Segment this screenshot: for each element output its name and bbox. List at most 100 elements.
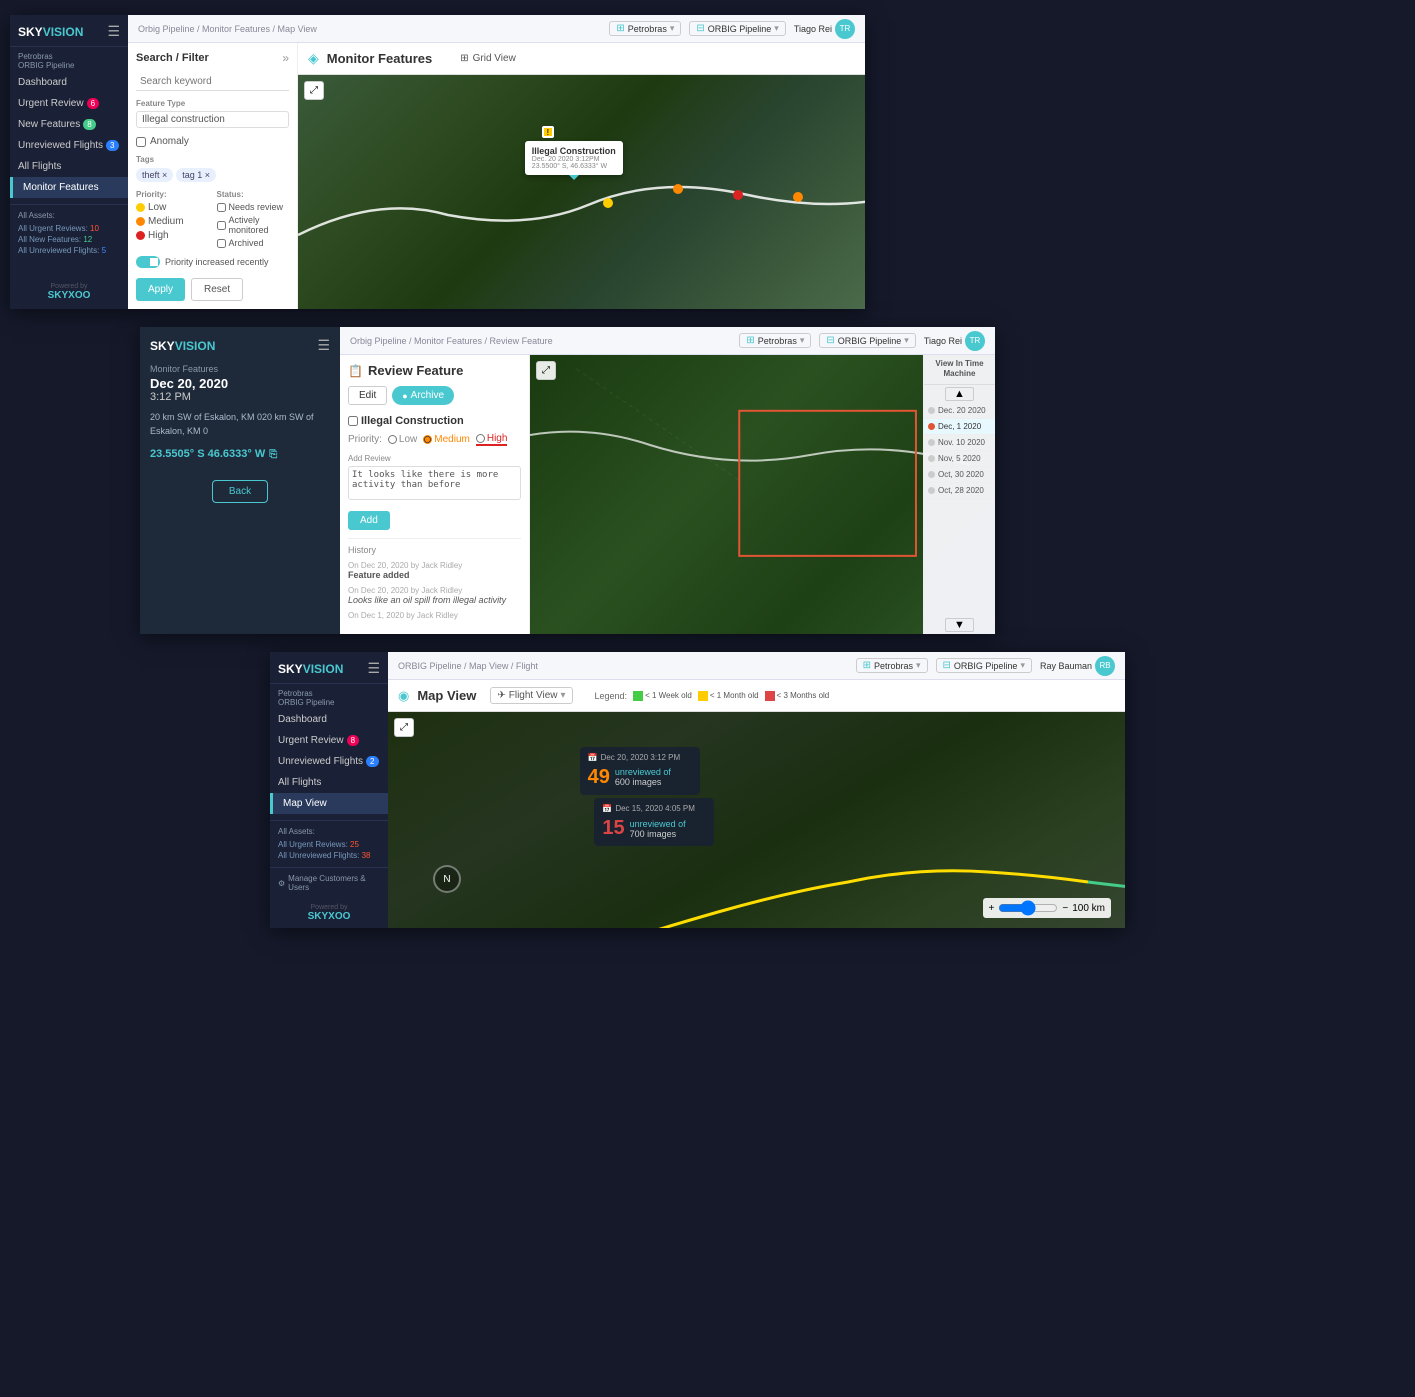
review-actions2: Edit ● Archive	[348, 386, 521, 405]
assets-title1: All Assets:	[18, 211, 120, 220]
back-btn2[interactable]: Back	[212, 480, 268, 503]
sidebar3-unreviewed[interactable]: Unreviewed Flights 2	[270, 751, 388, 772]
sidebar3-dashboard[interactable]: Dashboard	[270, 709, 388, 730]
menu-icon1[interactable]: ☰	[107, 23, 120, 40]
sidebar3-urgent-review[interactable]: Urgent Review 8	[270, 730, 388, 751]
anomaly-check1[interactable]	[136, 137, 146, 147]
review-textarea2[interactable]: It looks like there is more activity tha…	[348, 466, 521, 500]
fp-link3-0[interactable]: unreviewed of	[615, 767, 671, 777]
apply-btn1[interactable]: Apply	[136, 278, 185, 301]
s2-section-label: Monitor Features	[150, 364, 330, 374]
history-item2-2: On Dec 1, 2020 by Jack Ridley	[348, 611, 521, 620]
main3: ORBIG Pipeline / Map View / Flight ⊞ Pet…	[388, 652, 1125, 928]
priority-row2: Priority: Low Medium High	[348, 433, 521, 446]
tm-item2-4[interactable]: Oct, 30 2020	[924, 467, 995, 483]
urgent-badge3: 8	[347, 735, 359, 746]
archived-check1[interactable]: Archived	[217, 238, 290, 248]
priority-high1[interactable]: High	[136, 230, 209, 241]
logo-area3: SKYVISION ☰	[270, 652, 388, 684]
tm-item2-0[interactable]: Dec. 20 2020	[924, 403, 995, 419]
zoom-plus3[interactable]: +	[989, 903, 995, 914]
radio-med2[interactable]: Medium	[423, 434, 470, 445]
flight-view-btn3[interactable]: ✈ Flight View ▾	[490, 687, 572, 704]
tm-item2-1[interactable]: Dec, 1 2020	[924, 419, 995, 435]
radio-low2[interactable]: Low	[388, 434, 417, 445]
urgent-count1: 10	[90, 224, 99, 233]
flight-icon3: ✈	[497, 690, 505, 701]
fullscreen-btn1[interactable]: ⤢	[304, 81, 324, 100]
new-features-badge1: 8	[83, 119, 95, 130]
tm-down-btn2[interactable]: ▼	[945, 618, 974, 632]
radio-high2[interactable]: High	[476, 433, 508, 446]
review-title2: 📋 Review Feature	[348, 363, 463, 378]
time-machine2: View In Time Machine ▲ Dec. 20 2020 Dec,…	[923, 355, 995, 634]
s2-logo-row: SKYVISION ☰	[150, 337, 330, 354]
archive-toggle-icon: ●	[402, 391, 407, 401]
brand-petrobras3[interactable]: ⊞ Petrobras ▾	[856, 658, 928, 673]
sidebar1-new-features[interactable]: New Features 8	[10, 114, 128, 135]
reset-btn1[interactable]: Reset	[191, 278, 243, 301]
history-label2: History	[348, 545, 521, 555]
copy-icon[interactable]: ⎘	[269, 449, 277, 460]
menu-icon3[interactable]: ☰	[367, 660, 380, 677]
tm-dot2-2	[928, 439, 935, 446]
history-text2-1: Looks like an oil spill from illegal act…	[348, 595, 521, 605]
breadcrumb2: Orbig Pipeline / Monitor Features / Revi…	[350, 336, 553, 346]
flight-popup3-0: 📅 Dec 20, 2020 3:12 PM 49 unreviewed of …	[580, 747, 700, 795]
zoom-minus3[interactable]: −	[1062, 903, 1068, 914]
fp-date-icon3-1: 📅	[602, 804, 612, 813]
sidebar1-monitor-features[interactable]: Monitor Features	[10, 177, 128, 198]
tm-item2-5[interactable]: Oct, 28 2020	[924, 483, 995, 499]
tm-item2-2[interactable]: Nov. 10 2020	[924, 435, 995, 451]
brand-petrobras1[interactable]: ⊞ Petrobras ▾	[609, 21, 681, 36]
brand-orbig3[interactable]: ⊟ ORBIG Pipeline ▾	[936, 658, 1032, 673]
s2-coords: 23.5505° S 46.6333° W ⎘	[150, 448, 330, 460]
petrobras-icon1: ⊞	[616, 23, 624, 34]
brand-orbig2[interactable]: ⊟ ORBIG Pipeline ▾	[819, 333, 915, 348]
sidebar1-urgent-review[interactable]: Urgent Review 6	[10, 93, 128, 114]
sidebar1-all-flights[interactable]: All Flights	[10, 156, 128, 177]
tag-tag11[interactable]: tag 1 ×	[176, 168, 216, 182]
manage-btn3[interactable]: ⚙ Manage Customers & Users	[270, 867, 388, 898]
feature-type-select1[interactable]: Illegal construction	[136, 111, 289, 128]
anomaly-checkbox1[interactable]: Anomaly	[136, 136, 289, 147]
fullscreen-btn2[interactable]: ⤢	[536, 361, 556, 380]
priority-medium1[interactable]: Medium	[136, 216, 209, 227]
toggle-row1[interactable]: Priority increased recently	[136, 256, 289, 268]
avatar2: TR	[965, 331, 985, 351]
priority-low1[interactable]: Low	[136, 202, 209, 213]
legend-area3: Legend: < 1 Week old < 1 Month old < 3 M…	[595, 691, 830, 701]
fp-link3-1[interactable]: unreviewed of	[630, 819, 686, 829]
tag-theft1[interactable]: theft ×	[136, 168, 173, 182]
logo-text1: SKYVISION	[18, 25, 83, 39]
sidebar1-unreviewed[interactable]: Unreviewed Flights 3	[10, 135, 128, 156]
fp-text3-0: unreviewed of 600 images	[615, 767, 671, 787]
archive-toggle2[interactable]: ● Archive	[392, 386, 454, 405]
fullscreen-btn3[interactable]: ⤢	[394, 718, 414, 737]
content-area1: Search / Filter » Feature Type Illegal c…	[128, 43, 865, 309]
collapse-btn1[interactable]: »	[282, 51, 289, 65]
urgent-badge1: 6	[87, 98, 99, 109]
add-btn2[interactable]: Add	[348, 511, 390, 530]
priority-col1: Priority: Low Medium High	[136, 190, 209, 248]
leg-yellow-box3	[698, 691, 708, 701]
tm-item2-3[interactable]: Nov, 5 2020	[924, 451, 995, 467]
zoom-bar3: + − 100 km	[983, 898, 1111, 918]
brand-orbig1[interactable]: ⊟ ORBIG Pipeline ▾	[689, 21, 785, 36]
grid-view-btn1[interactable]: ⊞ Grid View	[460, 53, 516, 64]
brand-petrobras2[interactable]: ⊞ Petrobras ▾	[739, 333, 811, 348]
edit-btn2[interactable]: Edit	[348, 386, 387, 405]
actively-monitored-check1[interactable]: Actively monitored	[217, 215, 290, 235]
zoom-slider3[interactable]	[998, 900, 1058, 916]
sidebar1-dashboard[interactable]: Dashboard	[10, 72, 128, 93]
powered-text3: Powered by	[278, 904, 380, 911]
search-input1[interactable]	[136, 73, 289, 91]
feature-check2[interactable]	[348, 416, 358, 426]
tm-up-btn2[interactable]: ▲	[945, 387, 974, 401]
toggle-sw1[interactable]	[136, 256, 160, 268]
s2-menu-icon[interactable]: ☰	[317, 337, 330, 354]
sidebar3-map-view[interactable]: Map View	[270, 793, 388, 814]
needs-review-check1[interactable]: Needs review	[217, 202, 290, 212]
sidebar3: SKYVISION ☰ Petrobras ORBIG Pipeline Das…	[270, 652, 388, 928]
sidebar3-all-flights[interactable]: All Flights	[270, 772, 388, 793]
